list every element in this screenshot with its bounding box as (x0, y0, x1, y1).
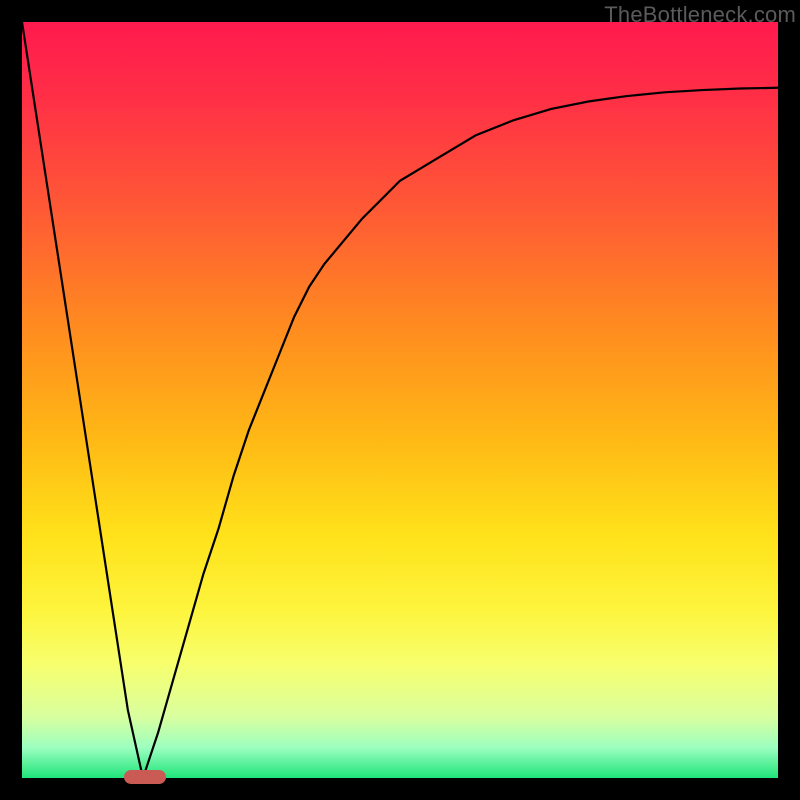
plot-area (22, 22, 778, 778)
chart-frame: TheBottleneck.com (0, 0, 800, 800)
series-right-arm (143, 88, 778, 778)
chart-lines (22, 22, 778, 778)
bottleneck-marker (124, 770, 166, 784)
series-left-arm (22, 22, 143, 778)
watermark-text: TheBottleneck.com (604, 2, 796, 28)
